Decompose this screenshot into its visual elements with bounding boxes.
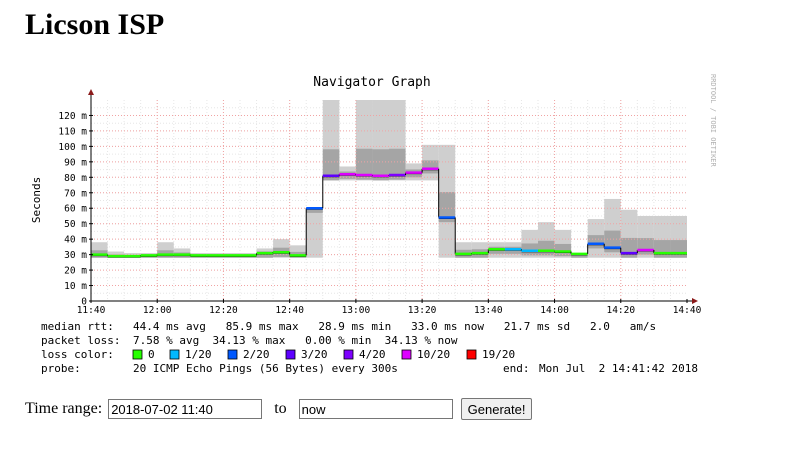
x-tick-label: 11:40 xyxy=(77,305,106,316)
x-tick-label: 12:00 xyxy=(143,305,172,316)
y-tick-label: 110 m xyxy=(58,126,87,137)
y-tick-label: 30 m xyxy=(64,250,87,261)
stats-panel: median rtt: 44.4 ms avg 85.9 ms max 28.9… xyxy=(41,320,698,375)
loss-legend-label: 10/20 xyxy=(417,348,450,361)
y-tick-label: 50 m xyxy=(64,219,87,230)
median-rtt-label: median rtt: xyxy=(41,320,114,333)
graph-title: Navigator Graph xyxy=(313,75,430,90)
y-tick-label: 80 m xyxy=(64,173,87,184)
x-tick-label: 13:40 xyxy=(474,305,503,316)
packet-loss-values: 7.58 % avg 34.13 % max 0.00 % min 34.13 … xyxy=(133,334,458,347)
x-axis-arrow xyxy=(692,298,698,304)
y-tick-label: 120 m xyxy=(58,111,87,122)
y-tick-label: 70 m xyxy=(64,188,87,199)
smoke-band-core xyxy=(521,243,538,256)
loss-legend-label: 1/20 xyxy=(185,348,212,361)
loss-legend-swatch xyxy=(169,349,180,360)
page-title: Licson ISP xyxy=(25,8,165,41)
probe-label: probe: xyxy=(41,362,81,375)
end-label: end: xyxy=(503,362,530,375)
smoke-band-core xyxy=(587,235,605,249)
y-axis-label: Seconds xyxy=(30,177,43,223)
loss-legend-swatch xyxy=(401,349,412,360)
loss-legend-swatch xyxy=(227,349,238,360)
rrdtool-watermark: RRDTOOL / TOBI OETIKER xyxy=(709,74,717,168)
smoke-band-core xyxy=(422,160,439,174)
x-tick-label: 14:00 xyxy=(540,305,569,316)
loss-legend-swatch xyxy=(343,349,354,360)
loss-legend-swatch xyxy=(466,349,477,360)
smoke-band xyxy=(306,208,323,258)
y-tick-label: 40 m xyxy=(64,235,87,246)
x-tick-label: 14:40 xyxy=(673,305,702,316)
y-tick-label: 100 m xyxy=(58,142,87,153)
y-tick-label: 20 m xyxy=(64,266,87,277)
x-tick-label: 13:20 xyxy=(408,305,437,316)
smokeping-graph: Navigator Graph RRDTOOL / TOBI OETIKER S… xyxy=(30,74,717,375)
loss-color-legend: 0 1/20 2/20 3/20 4/20 10/20 19/20 xyxy=(132,348,515,361)
generate-button[interactable]: Generate! xyxy=(460,398,533,420)
x-tick-label: 13:00 xyxy=(342,305,371,316)
x-tick-label: 12:20 xyxy=(209,305,238,316)
plot-area xyxy=(88,89,698,304)
time-range-form: Time range: to Generate! xyxy=(25,398,533,420)
y-tick-label: 90 m xyxy=(64,157,87,168)
loss-legend-swatch xyxy=(285,349,296,360)
loss-legend-label: 2/20 xyxy=(243,348,270,361)
loss-color-label: loss color: xyxy=(41,348,114,361)
start-time-input[interactable] xyxy=(108,399,263,419)
end-time: Mon Jul 2 14:41:42 2018 xyxy=(539,362,698,375)
loss-legend-label: 3/20 xyxy=(301,348,328,361)
x-tick-label: 12:40 xyxy=(275,305,304,316)
x-tick-label: 14:20 xyxy=(606,305,635,316)
loss-legend-swatch xyxy=(132,349,143,360)
smoke-band-core xyxy=(538,240,555,256)
loss-legend-label: 4/20 xyxy=(359,348,386,361)
loss-legend-label: 0 xyxy=(148,348,155,361)
probe-values: 20 ICMP Echo Pings (56 Bytes) every 300s xyxy=(133,362,398,375)
median-rtt-values: 44.4 ms avg 85.9 ms max 28.9 ms min 33.0… xyxy=(133,320,656,333)
end-time-input[interactable] xyxy=(298,399,453,419)
smoke-band-core xyxy=(670,240,687,258)
y-tick-label: 60 m xyxy=(64,204,87,215)
loss-legend-label: 19/20 xyxy=(482,348,515,361)
y-axis-arrow xyxy=(88,89,94,95)
packet-loss-label: packet loss: xyxy=(41,334,120,347)
y-tick-label: 10 m xyxy=(64,281,87,292)
smoke-band-core xyxy=(637,238,654,255)
to-label: to xyxy=(274,400,287,417)
time-range-label: Time range: xyxy=(25,400,103,417)
